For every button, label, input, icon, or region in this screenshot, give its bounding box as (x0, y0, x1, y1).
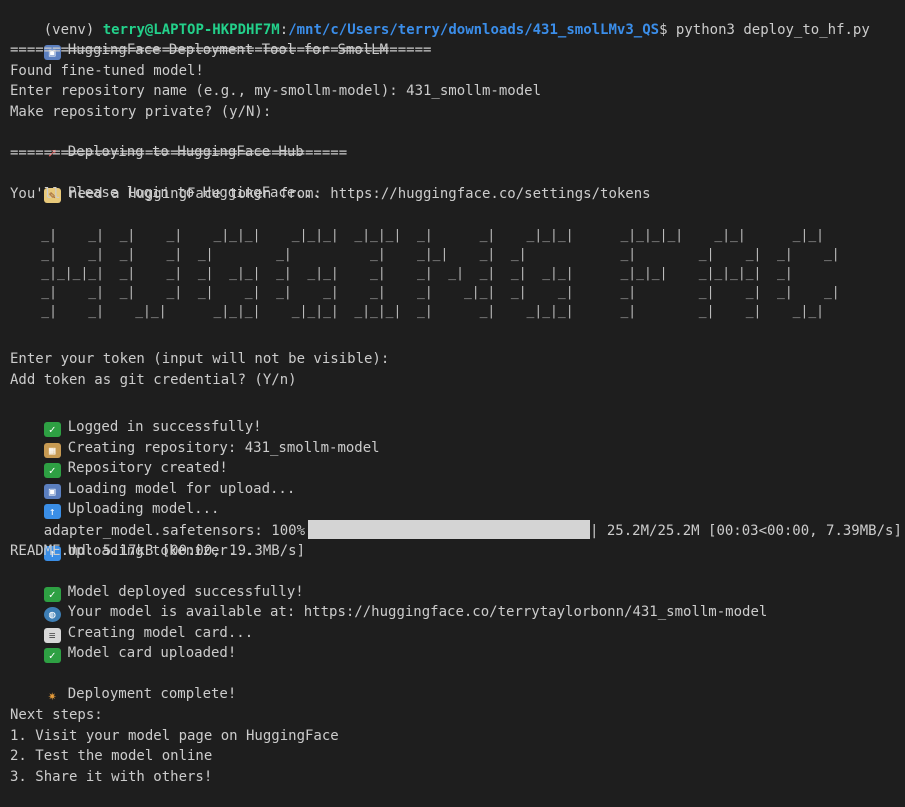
card-uploaded-text: Model card uploaded! (67, 645, 237, 661)
separator-short: ======================================== (10, 145, 348, 161)
next-step-item: 2. Test the model online (10, 748, 213, 764)
complete-line: ✷ Deployment complete! (10, 664, 236, 704)
next-steps-title: Next steps: (10, 707, 103, 723)
token-prompt-line: Enter your token (input will not be visi… (10, 351, 390, 367)
private-prompt-line: Make repository private? (y/N): (10, 104, 272, 120)
readme-line: README.md: 5.17kB [00:00, 19.3MB/s] (10, 543, 306, 559)
party-popper-icon: ✷ (48, 688, 57, 704)
complete-text: Deployment complete! (67, 686, 237, 702)
token-url-line: You'll need a HuggingFace token from: ht… (10, 186, 651, 202)
found-model-line: Found fine-tuned model! (10, 63, 204, 79)
check-mark-icon: ✓ (43, 648, 61, 663)
prompt-dollar: $ (659, 22, 676, 38)
git-credential-line: Add token as git credential? (Y/n) (10, 372, 297, 388)
command-text: python3 deploy_to_hf.py (675, 22, 870, 38)
next-step-item: 3. Share it with others! (10, 769, 213, 785)
deploying-line: ➚ Deploying to HuggingFace Hub (10, 122, 304, 162)
prompt-line[interactable]: (venv) terry@LAPTOP-HKPDHF7M:/mnt/c/User… (10, 787, 685, 807)
model-url-line[interactable]: ◍ Your model is available at: https://hug… (10, 582, 767, 622)
creating-repo-line: ▦ Creating repository: 431_smollm-model (10, 418, 380, 458)
tool-title-line: ▣ HuggingFace Deployment Tool for SmolLM (10, 20, 388, 60)
separator-long: ========================================… (10, 42, 432, 58)
next-step-item: 1. Visit your model page on HuggingFace (10, 728, 339, 744)
repo-prompt-line: Enter repository name (e.g., my-smollm-m… (10, 83, 542, 99)
deployed-line: ✓ Model deployed successfully! (10, 562, 304, 602)
logged-in-line: ✓ Logged in successfully! (10, 397, 262, 437)
prompt-line: (venv) terry@LAPTOP-HKPDHF7M:/mnt/c/User… (10, 0, 870, 38)
progress-stats: | 25.2M/25.2M [00:03<00:00, 7.39MB/s] (590, 523, 902, 539)
uploading-tokenizer-line: ↑ Uploading tokenizer... (10, 521, 253, 561)
creating-card-line: ≡ Creating model card... (10, 603, 253, 643)
uploading-model-line: ↑ Uploading model... (10, 479, 219, 519)
terminal-window[interactable]: (venv) terry@LAPTOP-HKPDHF7M:/mnt/c/User… (0, 0, 905, 807)
huggingface-ascii-banner: _| _| _| _| _|_|_| _|_|_| _|_|_| _| _| _… (41, 228, 840, 319)
progress-bar (308, 520, 591, 539)
progress-fill (308, 520, 591, 539)
repo-created-line: ✓ Repository created! (10, 438, 228, 478)
login-line: ✎ Please login to HuggingFace... (10, 163, 321, 203)
progress-line: adapter_model.safetensors: 100% | 25.2M/2… (10, 500, 902, 539)
card-uploaded-line: ✓ Model card uploaded! (10, 623, 236, 663)
loading-model-line: ▣ Loading model for upload... (10, 459, 295, 499)
